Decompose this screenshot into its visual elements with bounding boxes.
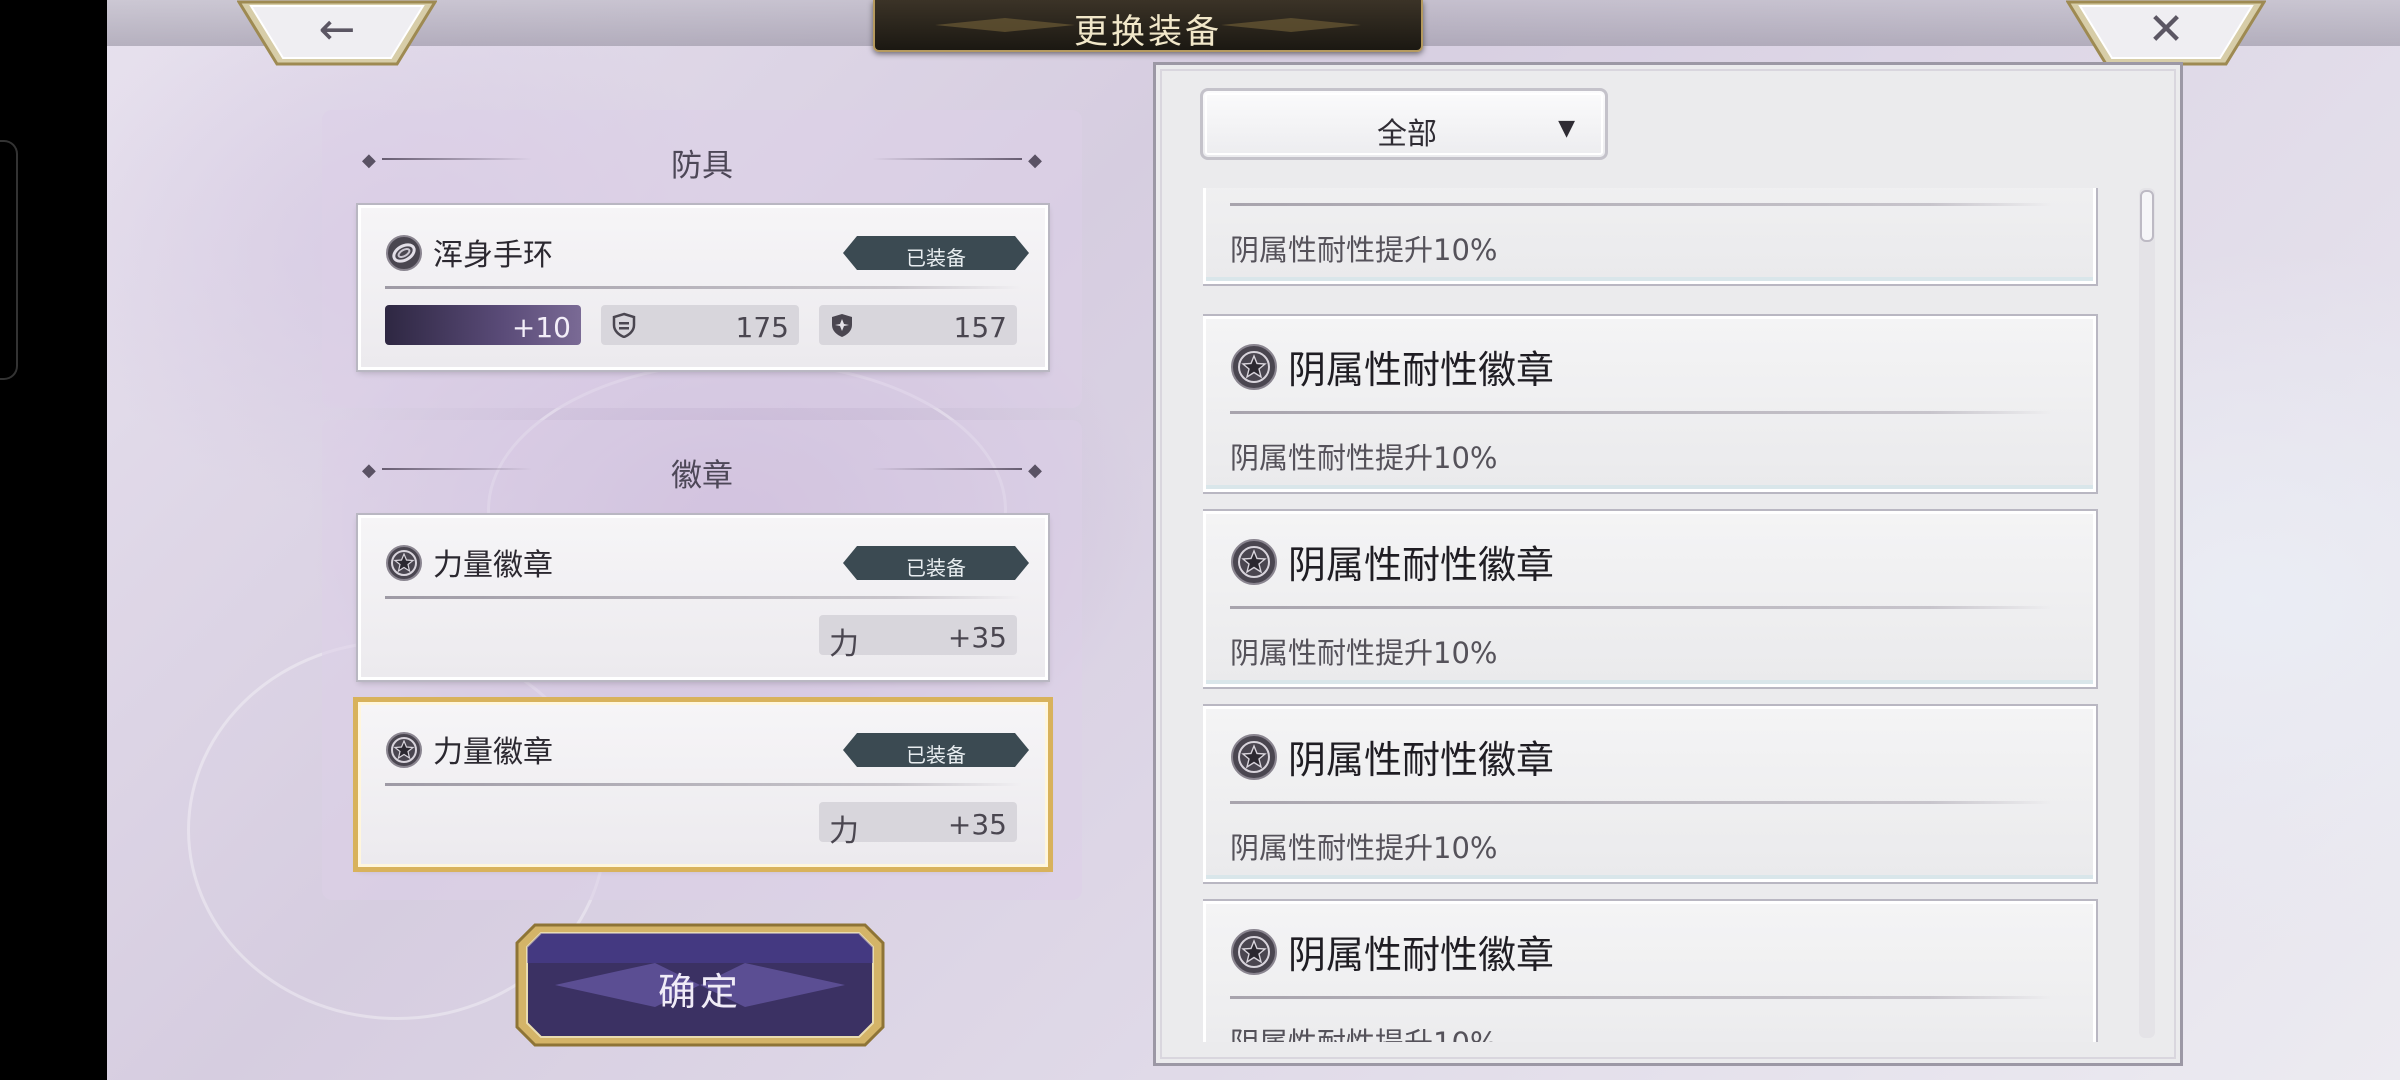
item-name: 阴属性耐性徽章: [1288, 933, 1555, 977]
card-divider: [385, 783, 1021, 786]
list-item[interactable]: 阴属性耐性徽章 阴属性耐性提升10%: [1203, 704, 2098, 884]
badge-name: 力量徽章: [433, 548, 553, 583]
item-name: 阴属性耐性徽章: [1288, 543, 1555, 587]
list-item[interactable]: 阴属性耐性徽章 阴属性耐性提升10%: [1203, 899, 2098, 1042]
confirm-label: 确定: [657, 970, 742, 1014]
item-name: 阴属性耐性徽章: [1288, 348, 1555, 392]
badge-card-1[interactable]: 力量徽章 已装备 力 +35: [356, 513, 1050, 682]
item-description: 阴属性耐性提升10%: [1230, 441, 1498, 475]
filter-dropdown[interactable]: 全部 ▼: [1200, 88, 1608, 160]
scrollbar-track[interactable]: [2139, 188, 2155, 1038]
equipment-list: 阴属性耐性提升10% 阴属性耐性徽章 阴属性耐性提升10% 阴属性耐性徽章 阴属…: [1203, 188, 2123, 1042]
item-description: 阴属性耐性提升10%: [1230, 636, 1498, 670]
item-divider: [1230, 996, 2053, 999]
list-item[interactable]: 阴属性耐性提升10%: [1203, 188, 2098, 286]
equipped-badge: 已装备: [843, 733, 1029, 767]
list-item[interactable]: 阴属性耐性徽章 阴属性耐性提升10%: [1203, 314, 2098, 494]
item-name: 阴属性耐性徽章: [1288, 738, 1555, 782]
shield-icon: [612, 312, 636, 338]
armor-section-title: 防具: [671, 148, 733, 184]
star-badge-icon: [386, 732, 422, 768]
strength-label: 力: [829, 627, 859, 662]
equipped-label: 已装备: [906, 556, 966, 580]
level-value: +10: [511, 311, 571, 344]
item-divider: [1230, 606, 2053, 609]
device-bezel: [0, 140, 18, 380]
strength-label: 力: [829, 814, 859, 849]
card-divider: [385, 286, 1021, 289]
magic-defense-value: 157: [953, 311, 1007, 344]
star-badge-icon: [1231, 734, 1277, 780]
item-description: 阴属性耐性提升10%: [1230, 233, 1498, 267]
badge-card-2-selected[interactable]: 力量徽章 已装备 力 +35: [353, 697, 1053, 872]
item-description: 阴属性耐性提升10%: [1230, 831, 1498, 865]
magic-shield-icon: [832, 314, 852, 337]
defense-stat: 175: [601, 305, 799, 345]
item-divider: [1230, 411, 2053, 414]
bracelet-icon: [386, 235, 422, 271]
page-title: 更换装备: [1074, 12, 1222, 52]
back-button[interactable]: ←: [237, 0, 437, 66]
equipped-label: 已装备: [906, 743, 966, 767]
strength-value: +35: [947, 621, 1007, 654]
star-badge-icon: [1231, 929, 1277, 975]
scrollbar-thumb[interactable]: [2140, 190, 2154, 242]
armor-section-header: ◆ ◆ 防具: [322, 134, 1082, 184]
badge-section-title: 徽章: [671, 458, 733, 494]
badge-section-header: ◆ ◆ 徽章: [322, 444, 1082, 494]
star-badge-icon: [386, 545, 422, 581]
armor-name: 浑身手环: [433, 238, 553, 273]
close-button[interactable]: ✕: [2066, 0, 2266, 66]
close-icon: ✕: [2147, 4, 2185, 55]
filter-selected-value: 全部: [1377, 117, 1437, 152]
card-divider: [385, 596, 1021, 599]
dropdown-arrow-icon: ▼: [1558, 116, 1575, 141]
level-stat: +10: [385, 305, 581, 345]
equipped-badge: 已装备: [843, 546, 1029, 580]
badge-name: 力量徽章: [433, 735, 553, 770]
list-item[interactable]: 阴属性耐性徽章 阴属性耐性提升10%: [1203, 509, 2098, 689]
item-divider: [1230, 203, 2053, 206]
confirm-button[interactable]: 确定: [515, 923, 885, 1047]
strength-stat: 力 +35: [819, 802, 1017, 849]
equipped-badge: 已装备: [843, 236, 1029, 270]
equipped-label: 已装备: [906, 246, 966, 270]
back-arrow-icon: ←: [318, 4, 356, 55]
strength-value: +35: [947, 808, 1007, 841]
title-plate: 更换装备: [873, 0, 1423, 52]
item-divider: [1230, 801, 2053, 804]
armor-card[interactable]: 浑身手环 已装备 +10 175 157: [356, 203, 1050, 372]
defense-value: 175: [735, 311, 789, 344]
item-description: 阴属性耐性提升10%: [1230, 1020, 1497, 1042]
star-badge-icon: [1231, 344, 1277, 390]
star-badge-icon: [1231, 539, 1277, 585]
strength-stat: 力 +35: [819, 615, 1017, 662]
magic-defense-stat: 157: [819, 305, 1017, 345]
